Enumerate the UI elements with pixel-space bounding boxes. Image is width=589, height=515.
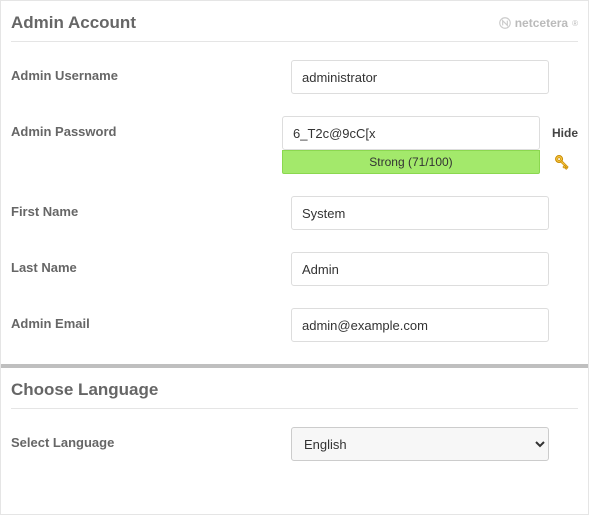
password-strength-bar: Strong (71/100) <box>282 150 540 174</box>
brand-text: netcetera <box>515 16 568 30</box>
admin-username-input[interactable] <box>291 60 549 94</box>
admin-email-row: Admin Email <box>11 308 578 342</box>
admin-username-label: Admin Username <box>11 60 291 83</box>
section-header: Admin Account netcetera ® <box>11 1 578 42</box>
select-language-label: Select Language <box>11 427 291 450</box>
admin-password-label: Admin Password <box>11 116 282 139</box>
last-name-input[interactable] <box>291 252 549 286</box>
admin-email-input[interactable] <box>291 308 549 342</box>
choose-language-section: Choose Language Select Language English <box>1 368 588 461</box>
last-name-label: Last Name <box>11 252 291 275</box>
first-name-row: First Name <box>11 196 578 230</box>
last-name-row: Last Name <box>11 252 578 286</box>
first-name-input[interactable] <box>291 196 549 230</box>
hide-password-toggle[interactable]: Hide <box>552 126 578 140</box>
select-language-dropdown[interactable]: English <box>291 427 549 461</box>
section-header: Choose Language <box>11 368 578 409</box>
brand-reg: ® <box>572 19 578 28</box>
section-title: Admin Account <box>11 13 136 33</box>
admin-password-input[interactable] <box>282 116 540 150</box>
key-icon[interactable] <box>552 152 572 172</box>
brand-logo: netcetera ® <box>498 16 578 30</box>
select-language-row: Select Language English <box>11 427 578 461</box>
admin-email-label: Admin Email <box>11 308 291 331</box>
brand-icon <box>498 16 512 30</box>
section-title: Choose Language <box>11 380 158 400</box>
admin-account-section: Admin Account netcetera® Admin Username … <box>1 1 588 342</box>
admin-password-row: Admin Password Hide Strong (71/100) <box>11 116 578 174</box>
admin-username-row: Admin Username <box>11 60 578 94</box>
first-name-label: First Name <box>11 196 291 219</box>
